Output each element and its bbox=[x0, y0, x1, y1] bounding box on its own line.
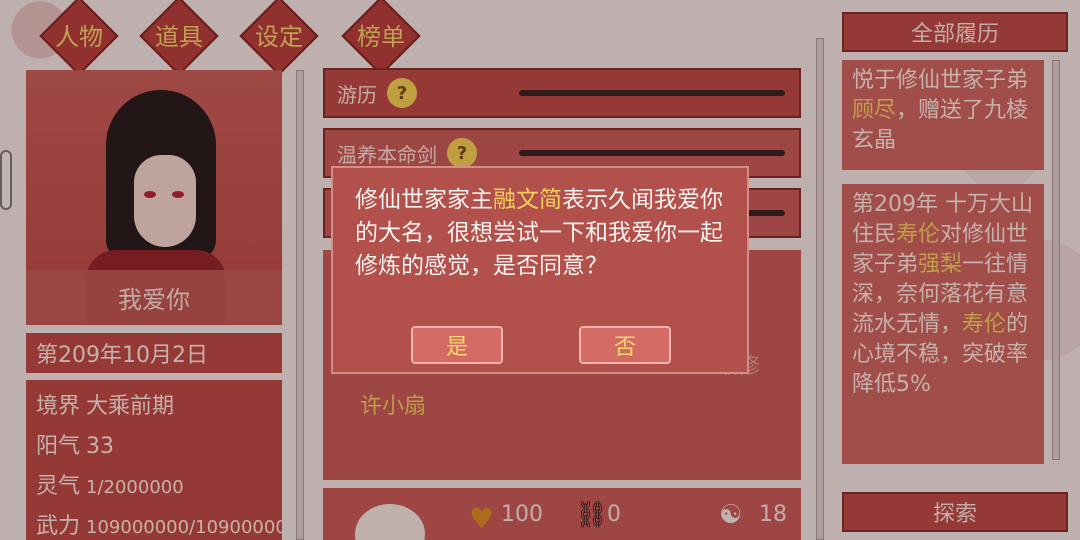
yes-button[interactable]: 是 bbox=[411, 326, 503, 364]
no-button[interactable]: 否 bbox=[579, 326, 671, 364]
dialog-message: 修仙世家家主融文简表示久闻我爱你的大名，很想尝试一下和我爱你一起修炼的感觉，是否… bbox=[355, 187, 723, 279]
invite-dialog: 修仙世家家主融文简表示久闻我爱你的大名，很想尝试一下和我爱你一起修炼的感觉，是否… bbox=[331, 166, 749, 374]
